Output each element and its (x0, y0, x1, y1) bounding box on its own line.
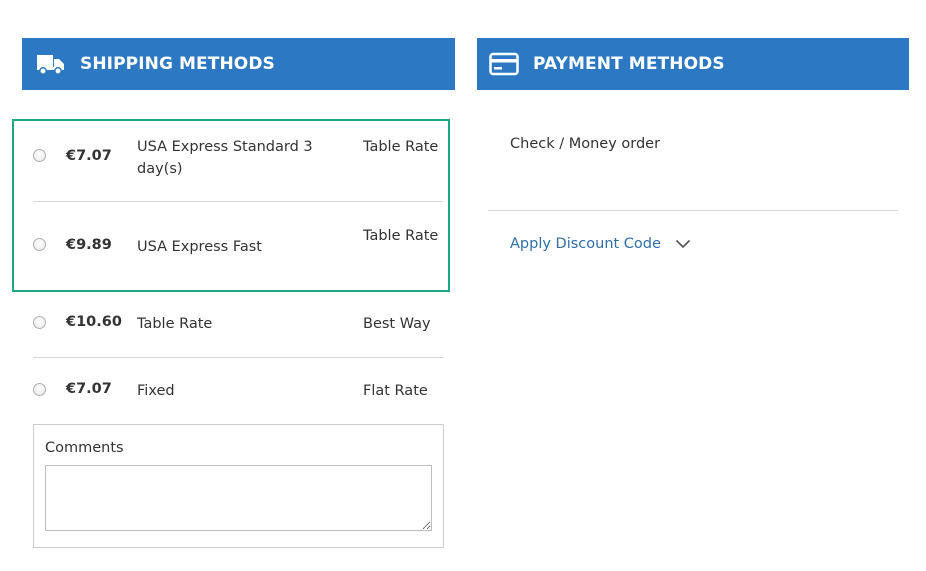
shipping-method-name: USA Express Fast (137, 239, 262, 255)
comments-textarea[interactable] (45, 465, 432, 531)
shipping-price: €7.07 (66, 381, 112, 397)
payment-option-check-money-order[interactable]: Check / Money order (510, 136, 660, 152)
payment-methods-title: PAYMENT METHODS (533, 54, 725, 74)
apply-discount-code-toggle[interactable]: Apply Discount Code (510, 236, 691, 252)
chevron-down-icon[interactable] (675, 239, 691, 249)
shipping-price: €7.07 (66, 148, 112, 164)
shipping-carrier: Table Rate (363, 139, 439, 155)
shipping-method-radio[interactable] (33, 238, 46, 251)
credit-card-icon (489, 49, 519, 79)
shipping-carrier: Flat Rate (363, 383, 428, 399)
shipping-carrier: Table Rate (363, 228, 439, 244)
shipping-method-name: USA Express Standard 3 day(s) (137, 139, 313, 177)
shipping-methods-title: SHIPPING METHODS (80, 54, 275, 74)
shipping-methods-header: SHIPPING METHODS (22, 38, 455, 90)
shipping-price: €10.60 (66, 314, 122, 330)
shipping-carrier: Best Way (363, 316, 431, 332)
shipping-price: €9.89 (66, 237, 112, 253)
shipping-method-name: Table Rate (137, 316, 213, 332)
payment-divider (488, 210, 898, 211)
row-divider (33, 201, 443, 202)
shipping-method-radio[interactable] (33, 383, 46, 396)
row-divider (33, 357, 443, 358)
shipping-method-name: Fixed (137, 383, 175, 399)
shipping-method-radio[interactable] (33, 149, 46, 162)
apply-discount-code-label[interactable]: Apply Discount Code (510, 236, 661, 252)
payment-methods-header: PAYMENT METHODS (477, 38, 909, 90)
comments-label: Comments (45, 440, 124, 456)
truck-icon (36, 49, 66, 79)
comments-section: Comments (33, 424, 444, 548)
shipping-method-radio[interactable] (33, 316, 46, 329)
